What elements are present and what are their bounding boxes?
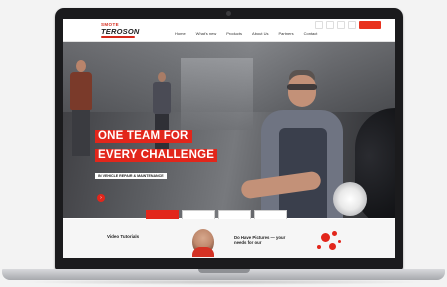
splash-dot	[321, 233, 330, 242]
utility-link-2[interactable]	[326, 21, 334, 29]
nav-item-products[interactable]: Products	[226, 31, 242, 36]
utility-link-3[interactable]	[337, 21, 345, 29]
worker-body	[153, 82, 171, 114]
headline-line-2: EVERY CHALLENGE	[95, 149, 218, 162]
video-card-title[interactable]: Video Tutorials	[107, 234, 139, 239]
nav-item-home[interactable]: Home	[175, 31, 186, 36]
workshop-door	[181, 58, 253, 130]
chevron-right-icon[interactable]: ›	[97, 194, 105, 202]
camera-dot	[226, 11, 231, 16]
hero-banner: ONE TEAM FOR EVERY CHALLENGE IN VEHICLE …	[63, 42, 395, 218]
headline-line-1: ONE TEAM FOR	[95, 130, 192, 143]
utility-link-1[interactable]	[315, 21, 323, 29]
utility-link-accent[interactable]	[359, 21, 381, 29]
person-shirt	[192, 247, 214, 257]
nav-item-about-us[interactable]: About Us	[252, 31, 268, 36]
worker-body	[70, 72, 92, 110]
paint-splash-graphic	[317, 231, 343, 253]
worker-head	[158, 72, 166, 82]
laptop-base	[2, 269, 445, 280]
worker-head	[76, 60, 86, 72]
hero-cta[interactable]: ›	[97, 194, 108, 202]
brand-logo[interactable]: SMOTE TEROSON	[101, 22, 140, 38]
splash-dot	[332, 231, 337, 236]
splash-dot	[329, 243, 336, 250]
laptop-screen: SMOTE TEROSON Home What's new Products A…	[63, 19, 395, 258]
worker-legs	[72, 110, 90, 156]
safety-glasses	[287, 84, 317, 90]
site-header: SMOTE TEROSON Home What's new Products A…	[63, 19, 395, 42]
laptop-notch	[198, 269, 250, 273]
promo-card-title[interactable]: Do Have Pictures — your needs for our	[234, 235, 298, 245]
main-navigation: Home What's new Products About Us Partne…	[175, 31, 317, 36]
nav-item-whats-new[interactable]: What's new	[196, 31, 217, 36]
hero-subline: IN VEHICLE REPAIR & MAINTENANCE	[95, 173, 167, 179]
utility-bar	[315, 21, 381, 29]
nav-item-partners[interactable]: Partners	[278, 31, 293, 36]
mechanic-head	[288, 75, 316, 107]
logo-main-text: TEROSON	[101, 26, 140, 36]
background-worker-left	[67, 56, 95, 156]
logo-swoosh	[101, 36, 135, 38]
content-section: Video Tutorials Do Have Pictures — your …	[63, 219, 395, 258]
nav-item-contact[interactable]: Contact	[304, 31, 318, 36]
splash-dot	[338, 240, 341, 243]
polisher-pad	[333, 182, 367, 216]
splash-dot	[317, 245, 321, 249]
utility-link-4[interactable]	[348, 21, 356, 29]
hero-headline: ONE TEAM FOR EVERY CHALLENGE IN VEHICLE …	[95, 126, 255, 182]
